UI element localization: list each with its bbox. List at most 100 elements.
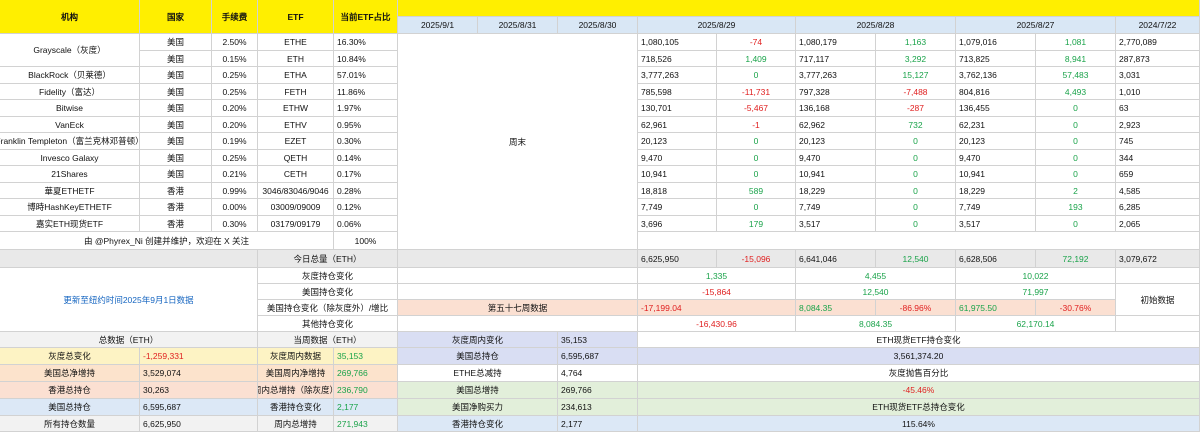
change-0827: 193	[1036, 199, 1116, 216]
holding-0828: 20,123	[796, 133, 876, 150]
etf-ticker: ETHV	[258, 117, 334, 133]
country-cell: 美国	[140, 100, 212, 117]
holding-0828: 18,229	[796, 183, 876, 199]
holding-0829: 718,526	[638, 51, 717, 67]
fee-cell: 0.99%	[212, 183, 258, 199]
change-0828: 0	[876, 150, 956, 166]
fee-cell: 0.15%	[212, 51, 258, 67]
updated-note: 更新至纽约时间2025年9月1日数据	[0, 268, 258, 332]
row-blank	[398, 284, 638, 300]
col-header-institution: 机构	[0, 0, 140, 34]
country-cell: 美国	[140, 51, 212, 67]
col-header-share: 当前ETF占比	[334, 0, 398, 34]
etf-ticker: 03179/09179	[258, 216, 334, 232]
summary-week-header: 当周数据（ETH）	[258, 332, 398, 348]
total-change-28: 12,540	[876, 250, 956, 268]
holding-0722: 659	[1116, 166, 1200, 183]
share-cell: 16.30%	[334, 34, 398, 51]
etf-ticker: QETH	[258, 150, 334, 166]
change-0829: 0	[717, 133, 796, 150]
change-0829: 0	[717, 199, 796, 216]
us-total-add-label: 美国总增持	[398, 382, 558, 399]
holding-0828: 3,777,263	[796, 67, 876, 84]
change-0827: 0	[1036, 117, 1116, 133]
fee-cell: 0.00%	[212, 199, 258, 216]
fee-cell: 0.25%	[212, 84, 258, 100]
row-blank	[398, 268, 638, 284]
etf-ticker: EZET	[258, 133, 334, 150]
holding-0827: 1,079,016	[956, 34, 1036, 51]
holding-0722: 1,010	[1116, 84, 1200, 100]
change-0829: 0	[717, 67, 796, 84]
credit-row-fill	[638, 232, 1200, 250]
change-0828: 0	[876, 199, 956, 216]
country-cell: 美国	[140, 84, 212, 100]
other-change-27: 62,170.14	[956, 316, 1116, 332]
fee-cell: 0.25%	[212, 150, 258, 166]
change-0829: 0	[717, 166, 796, 183]
gray-sell-pct-value: -45.46%	[638, 382, 1200, 399]
change-0828: -7,488	[876, 84, 956, 100]
change-0829: 0	[717, 150, 796, 166]
institution-name: 華夏ETHETF	[0, 183, 140, 199]
change-0827: 0	[1036, 100, 1116, 117]
country-cell: 美国	[140, 166, 212, 183]
holding-0827: 713,825	[956, 51, 1036, 67]
holding-0828: 1,080,179	[796, 34, 876, 51]
holding-0828: 717,117	[796, 51, 876, 67]
us-week-value: 269,766	[334, 365, 398, 382]
institution-name: Invesco Galaxy	[0, 150, 140, 166]
fee-cell: 0.21%	[212, 166, 258, 183]
holding-0828: 7,749	[796, 199, 876, 216]
gray-week-label: 灰度周内数据	[258, 348, 334, 365]
date-header: 2025/8/30	[558, 17, 638, 34]
other-change-28: 8,084.35	[796, 316, 956, 332]
us-week-label: 美国周内净增持	[258, 365, 334, 382]
country-cell: 美国	[140, 133, 212, 150]
gray-change-28: 4,455	[796, 268, 956, 284]
change-0828: 0	[876, 216, 956, 232]
gray-change-label: 灰度持仓变化	[258, 268, 398, 284]
gray-week-value: 35,153	[334, 348, 398, 365]
change-0827: 8,941	[1036, 51, 1116, 67]
us-total-hold-label: 美国总持仓	[398, 348, 558, 365]
institution-name: Bitwise	[0, 100, 140, 117]
holding-0827: 3,517	[956, 216, 1036, 232]
total-28: 6,641,046	[796, 250, 876, 268]
change-0828: 732	[876, 117, 956, 133]
date-header: 2025/8/29	[638, 17, 796, 34]
col-header-etf: ETF	[258, 0, 334, 34]
fee-cell: 0.20%	[212, 117, 258, 133]
fee-cell: 0.20%	[212, 100, 258, 117]
holding-0827: 9,470	[956, 150, 1036, 166]
etf-ticker: 03009/09009	[258, 199, 334, 216]
us-change-27: 71,997	[956, 284, 1116, 300]
holding-0829: 1,080,105	[638, 34, 717, 51]
gray-total-value: -1,259,331	[140, 348, 258, 365]
change-0827: 1,081	[1036, 34, 1116, 51]
change-0829: -74	[717, 34, 796, 51]
change-0829: -1	[717, 117, 796, 133]
gray-week-change-value: 35,153	[558, 332, 638, 348]
change-0829: 179	[717, 216, 796, 232]
total-row-blank	[0, 250, 258, 268]
holding-0722: 6,285	[1116, 199, 1200, 216]
col-header-fee: 手续费	[212, 0, 258, 34]
holding-0722: 2,923	[1116, 117, 1200, 133]
row-blank	[398, 316, 638, 332]
etf-holding-change-label: ETH现货ETF持仓变化	[638, 332, 1200, 348]
holding-0828: 3,517	[796, 216, 876, 232]
hk-change-label-2: 香港持仓变化	[398, 416, 558, 432]
share-cell: 0.17%	[334, 166, 398, 183]
holding-0829: 3,696	[638, 216, 717, 232]
institution-name: Franklin Templeton（富兰克林邓普顿）	[0, 133, 140, 150]
total-today-label: 今日总量（ETH）	[258, 250, 398, 268]
week-total-value: 236,790	[334, 382, 398, 399]
total-change-29: -15,096	[717, 250, 796, 268]
us-change-28: 12,540	[796, 284, 956, 300]
change-0827: 4,493	[1036, 84, 1116, 100]
change-0827: 2	[1036, 183, 1116, 199]
holding-0828: 136,168	[796, 100, 876, 117]
date-header: 2025/9/1	[398, 17, 478, 34]
change-0827: 0	[1036, 150, 1116, 166]
